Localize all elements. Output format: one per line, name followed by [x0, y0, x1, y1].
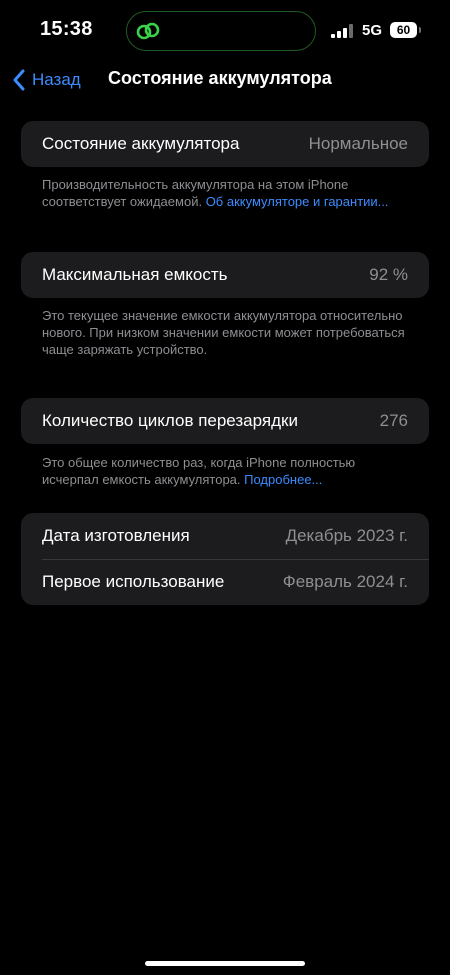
battery-health-footer: Производительность аккумулятора на этом … [42, 176, 412, 210]
battery-health-row: Состояние аккумулятора Нормальное [21, 121, 429, 167]
status-time: 15:38 [40, 18, 93, 40]
network-type: 5G [362, 22, 383, 39]
link-icon [136, 22, 160, 40]
home-indicator[interactable] [145, 961, 305, 966]
chevron-left-icon [13, 69, 25, 91]
battery-health-value: Нормальное [308, 134, 408, 153]
cycle-count-value: 276 [379, 411, 408, 430]
max-capacity-footer-text: Это текущее значение емкости аккумулятор… [42, 308, 405, 357]
first-use-value: Февраль 2024 г. [282, 572, 408, 591]
manufacture-date-label: Дата изготовления [42, 526, 190, 545]
battery-health-group: Состояние аккумулятора Нормальное [21, 121, 429, 167]
dates-group: Дата изготовления Декабрь 2023 г. Первое… [21, 513, 429, 605]
max-capacity-row: Максимальная емкость 92 % [21, 252, 429, 298]
battery-tip [419, 27, 421, 33]
battery-level: 60 [396, 23, 411, 37]
cycle-count-footer: Это общее количество раз, когда iPhone п… [42, 454, 412, 488]
cellular-signal-icon [331, 24, 353, 38]
first-use-row: Первое использование Февраль 2024 г. [21, 559, 429, 605]
navigation-bar: Назад Состояние аккумулятора [0, 62, 450, 98]
dynamic-island[interactable] [126, 11, 316, 51]
cycle-more-link[interactable]: Подробнее... [244, 472, 322, 487]
first-use-label: Первое использование [42, 572, 225, 591]
cycle-count-row: Количество циклов перезарядки 276 [21, 398, 429, 444]
cycle-count-group: Количество циклов перезарядки 276 [21, 398, 429, 444]
cycle-count-label: Количество циклов перезарядки [42, 411, 298, 430]
manufacture-date-row: Дата изготовления Декабрь 2023 г. [21, 513, 429, 559]
back-button[interactable]: Назад [12, 66, 81, 94]
max-capacity-footer: Это текущее значение емкости аккумулятор… [42, 307, 412, 358]
battery-health-label: Состояние аккумулятора [42, 134, 240, 153]
battery-warranty-link[interactable]: Об аккумуляторе и гарантии... [206, 194, 389, 209]
max-capacity-value: 92 % [369, 265, 408, 284]
page-title: Состояние аккумулятора [108, 68, 332, 88]
back-label: Назад [32, 70, 81, 89]
battery-icon: 60 [390, 22, 417, 38]
status-bar: 15:38 5G 60 [0, 0, 450, 62]
max-capacity-label: Максимальная емкость [42, 265, 228, 284]
manufacture-date-value: Декабрь 2023 г. [285, 526, 408, 545]
max-capacity-group: Максимальная емкость 92 % [21, 252, 429, 298]
